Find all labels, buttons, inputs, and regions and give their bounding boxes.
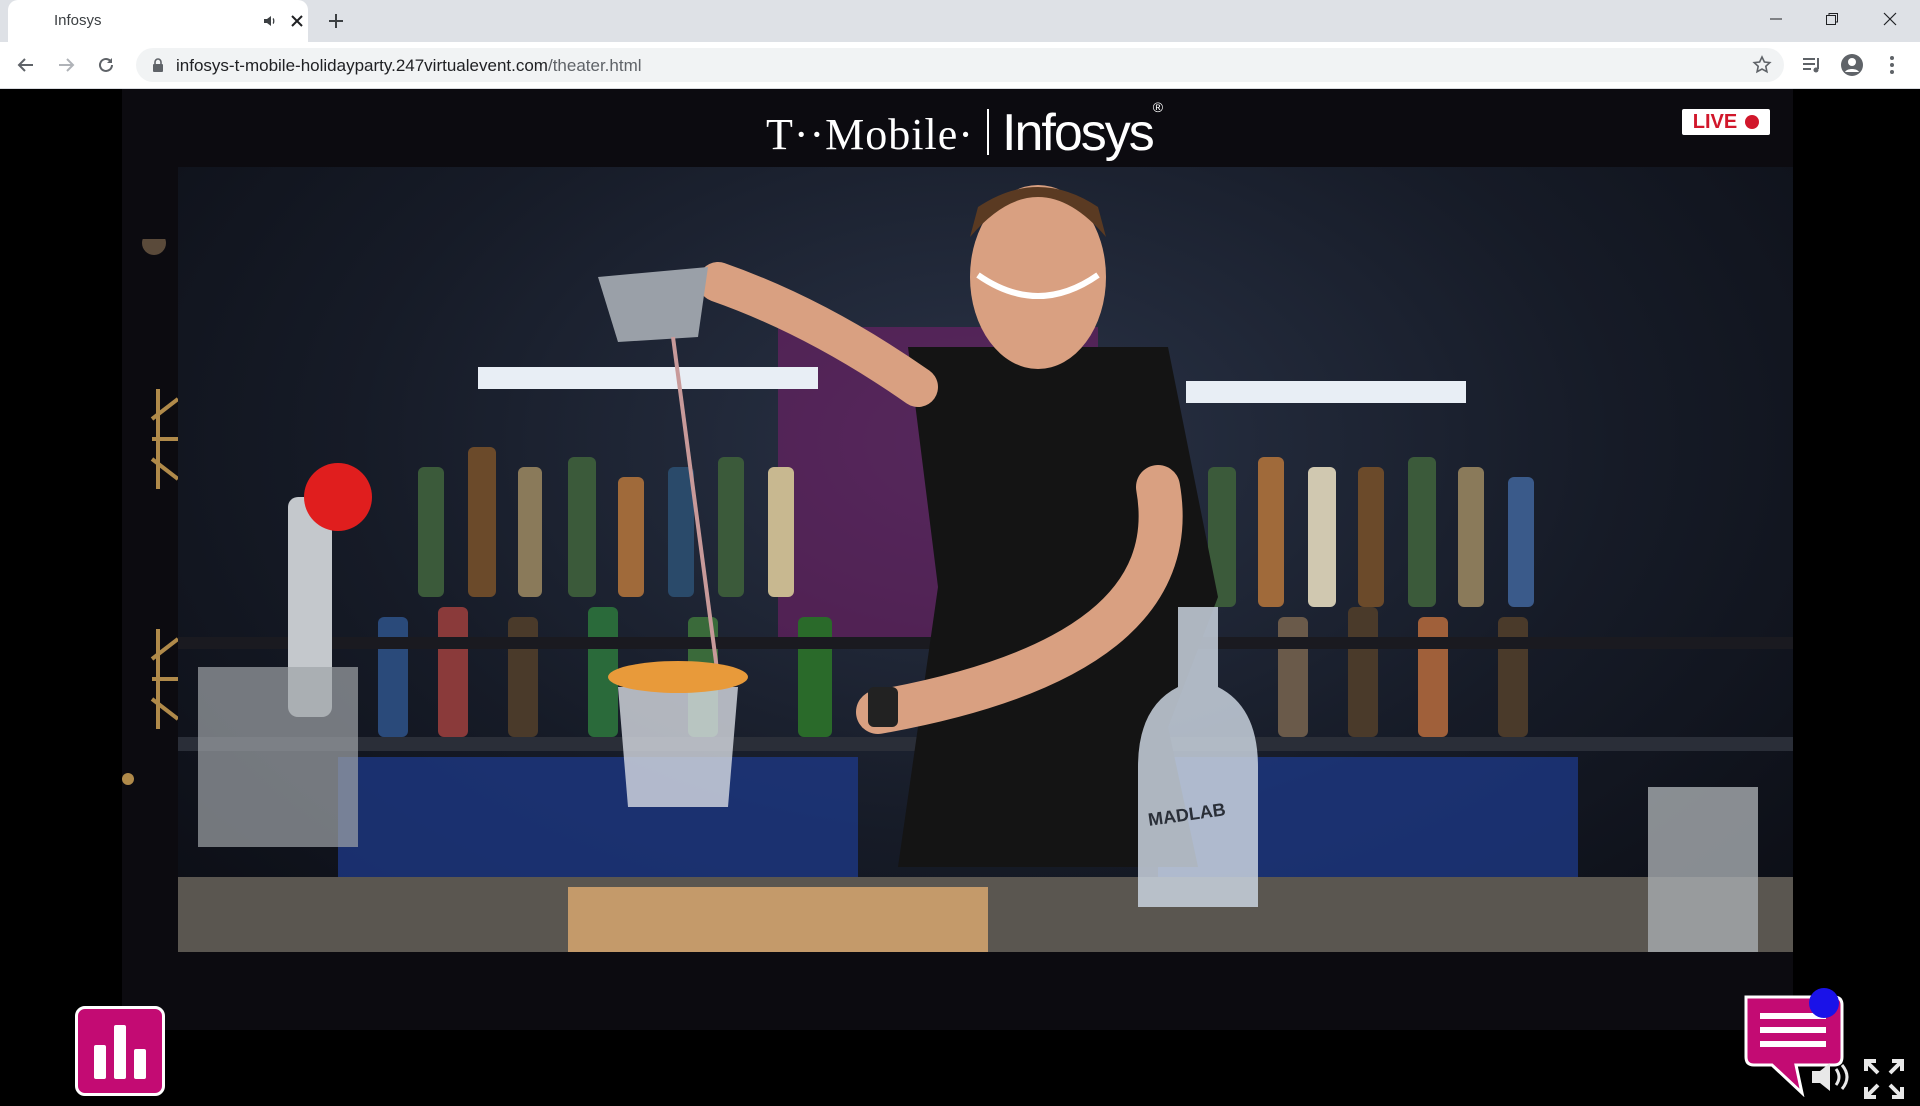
logo-divider bbox=[987, 109, 989, 155]
t-mobile-logo: T··Mobile· bbox=[766, 110, 974, 159]
profile-icon bbox=[1841, 54, 1863, 76]
fullscreen-icon bbox=[1864, 1059, 1904, 1099]
media-control-icon bbox=[1803, 58, 1819, 73]
infosys-logo-text: Infosys bbox=[1002, 104, 1155, 162]
back-arrow-icon bbox=[17, 58, 33, 72]
minimize-button[interactable] bbox=[1748, 0, 1804, 38]
url-text: infosys-t-mobile-holidayparty.247virtual… bbox=[176, 56, 642, 76]
forward-button[interactable] bbox=[52, 51, 80, 79]
address-bar[interactable]: infosys-t-mobile-holidayparty.247virtual… bbox=[136, 48, 1784, 82]
minimize-icon bbox=[1770, 18, 1782, 20]
url-path: /theater.html bbox=[547, 56, 642, 75]
restore-button[interactable] bbox=[1804, 0, 1860, 38]
plus-icon[interactable] bbox=[324, 9, 348, 33]
volume-button[interactable] bbox=[1810, 1059, 1854, 1095]
video-frame: MADLAB bbox=[178, 185, 1793, 952]
speaker-icon[interactable] bbox=[262, 13, 278, 29]
profile-button[interactable] bbox=[1840, 53, 1864, 77]
volume-icon bbox=[1812, 1063, 1849, 1091]
more-vert-icon bbox=[1890, 56, 1894, 74]
live-video-player[interactable]: MADLAB bbox=[178, 167, 1793, 952]
live-badge: LIVE bbox=[1682, 109, 1770, 135]
fullscreen-button[interactable] bbox=[1862, 1057, 1906, 1101]
url-host: infosys-t-mobile-holidayparty.247virtual… bbox=[176, 56, 548, 75]
close-window-button[interactable] bbox=[1862, 0, 1918, 38]
theater-page: T··Mobile· Infosys® LIVE MADLAB bbox=[0, 89, 1920, 1099]
registered-mark: ® bbox=[1152, 99, 1164, 115]
browser-toolbar: infosys-t-mobile-holidayparty.247virtual… bbox=[0, 42, 1920, 89]
reload-button[interactable] bbox=[92, 51, 120, 79]
star-icon[interactable] bbox=[1752, 55, 1772, 75]
infosys-logo: Infosys® bbox=[1002, 99, 1163, 163]
close-icon bbox=[1883, 12, 1897, 26]
event-header: T··Mobile· Infosys® LIVE bbox=[122, 89, 1793, 167]
tab-strip: Infosys bbox=[0, 0, 1920, 42]
restore-icon bbox=[1826, 13, 1838, 25]
live-dot-icon bbox=[1745, 115, 1760, 129]
close-icon[interactable] bbox=[288, 12, 306, 30]
tab-title: Infosys bbox=[54, 12, 102, 29]
live-label: LIVE bbox=[1692, 111, 1738, 133]
media-control-button[interactable] bbox=[1800, 53, 1824, 77]
back-button[interactable] bbox=[12, 51, 40, 79]
poll-button[interactable] bbox=[75, 1006, 165, 1096]
browser-tab[interactable]: Infosys bbox=[8, 0, 308, 42]
theater-stage: T··Mobile· Infosys® LIVE MADLAB bbox=[122, 89, 1793, 1030]
snowflake-decoration bbox=[122, 239, 178, 785]
more-menu-button[interactable] bbox=[1880, 53, 1904, 77]
forward-arrow-icon bbox=[59, 58, 75, 72]
poll-bar-chart-icon bbox=[94, 1025, 146, 1079]
notification-dot-icon bbox=[1809, 988, 1839, 1018]
reload-icon bbox=[99, 57, 113, 72]
lock-icon[interactable] bbox=[152, 58, 164, 72]
